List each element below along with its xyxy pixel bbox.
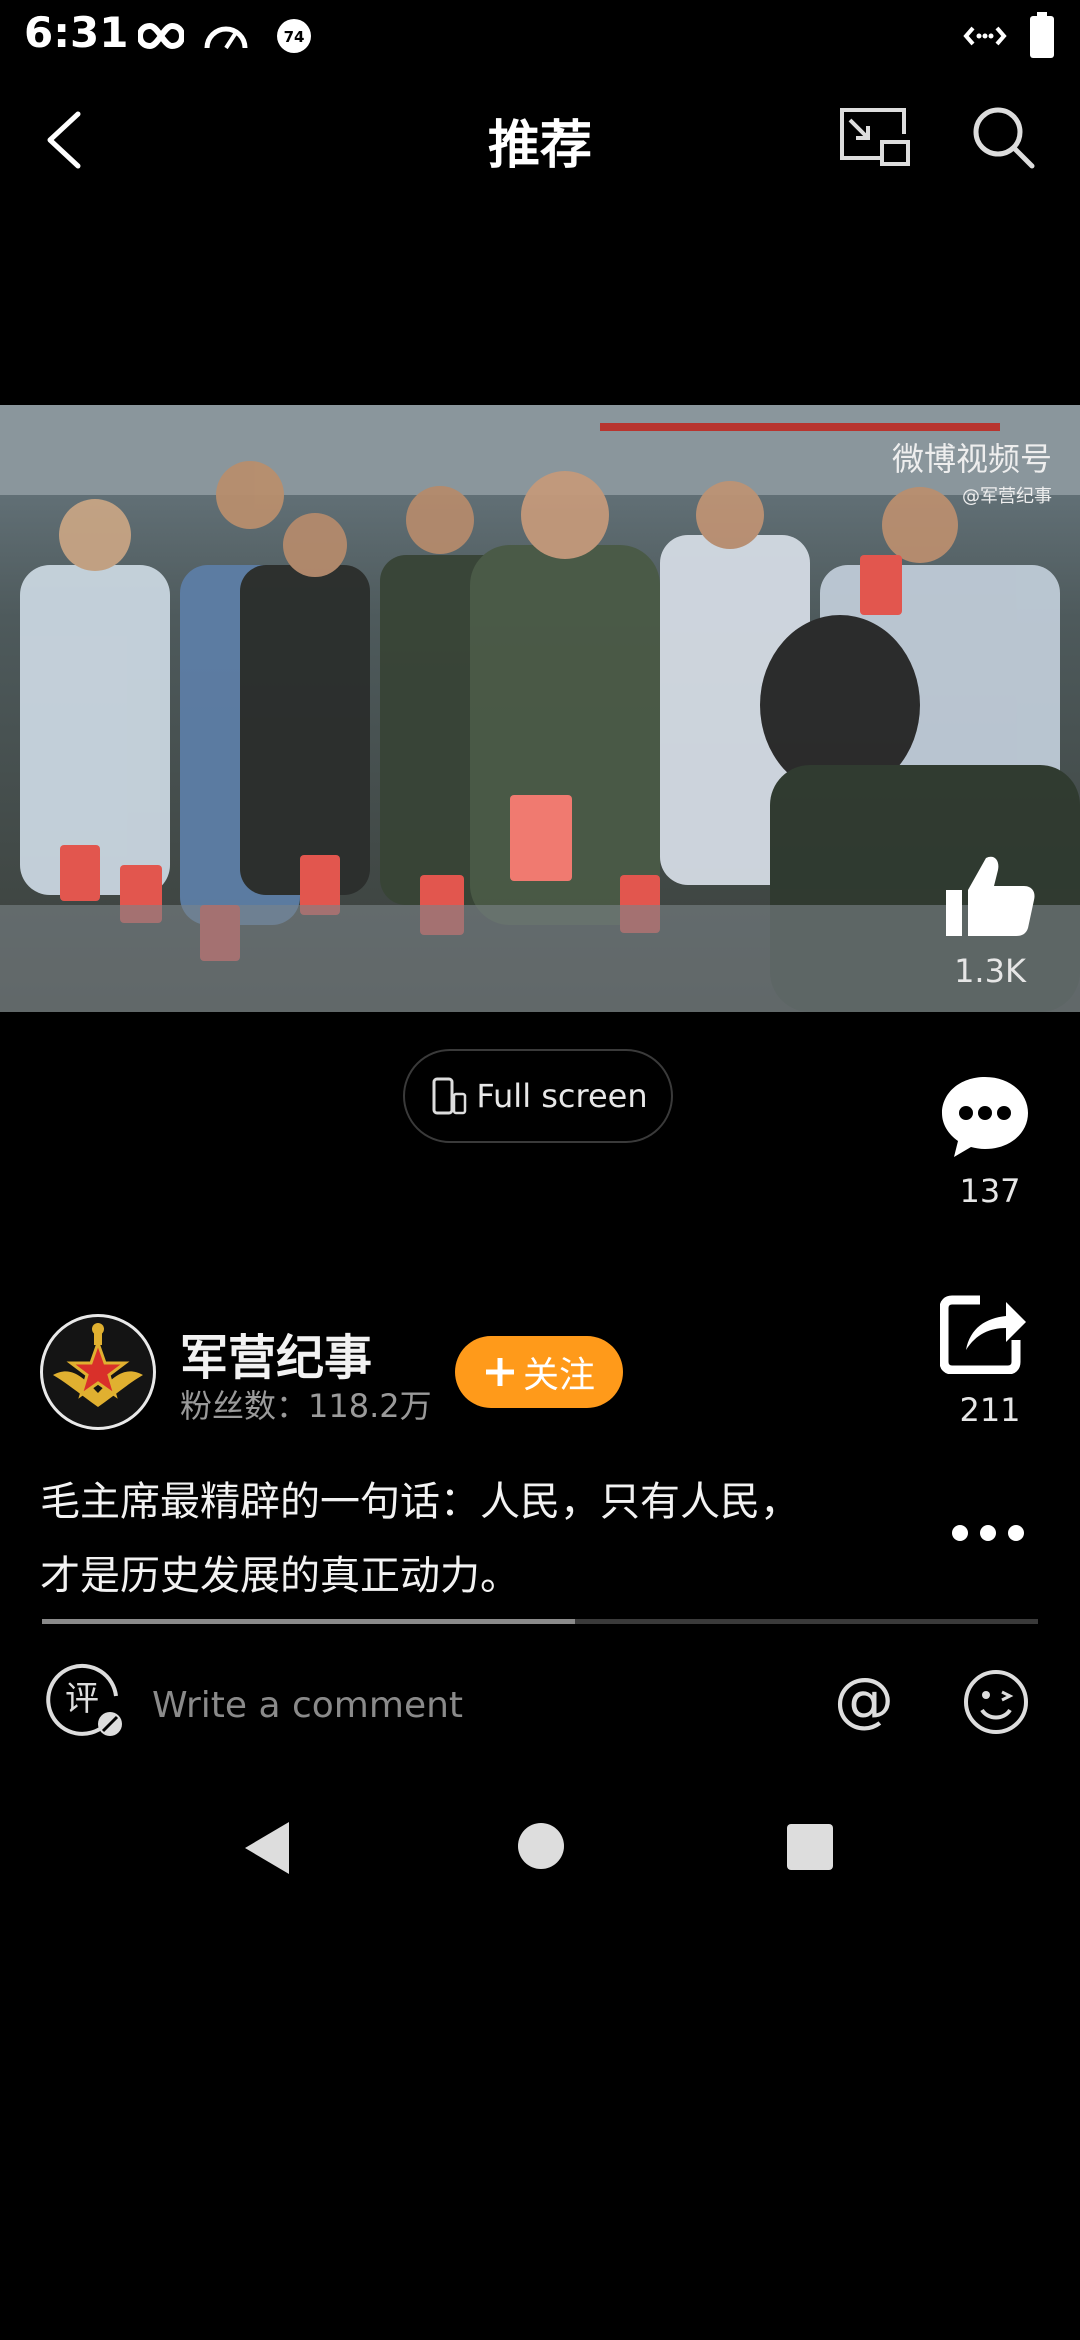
emoji-icon[interactable] [962, 1668, 1030, 1736]
status-bar: 6:31 74 [0, 0, 1080, 72]
search-icon[interactable] [970, 104, 1036, 170]
comment-input[interactable] [150, 1676, 794, 1734]
data-transfer-icon [963, 26, 1007, 46]
watermark-account: @军营纪事 [962, 486, 1052, 507]
video-description: 毛主席最精辟的一句话：人民，只有人民， 才是历史发展的真正动力。 [40, 1465, 900, 1613]
nav-home-icon[interactable] [518, 1823, 564, 1869]
more-dots-icon[interactable] [948, 1518, 1028, 1548]
nav-back-icon[interactable] [243, 1820, 291, 1876]
follow-button[interactable]: 关注 [455, 1336, 623, 1408]
comment-count: 137 [959, 1172, 1021, 1210]
avatar[interactable] [40, 1314, 156, 1430]
battery-icon [1030, 12, 1054, 58]
svg-text:@: @ [834, 1668, 894, 1732]
plus-icon [485, 1358, 514, 1386]
fullscreen-label: Full screen [476, 1077, 648, 1115]
watermark-brand: 微博视频号 [891, 440, 1052, 478]
fullscreen-button[interactable]: Full screen [403, 1049, 673, 1143]
speedometer-icon [204, 26, 248, 50]
pip-icon[interactable] [838, 106, 912, 168]
nav-recent-icon[interactable] [787, 1824, 833, 1870]
page-title: 推荐 [487, 116, 592, 176]
progress-fill [42, 1619, 575, 1624]
like-count: 1.3K [954, 952, 1026, 990]
status-time: 6:31 [24, 8, 129, 57]
comment-bubble-icon[interactable] [940, 1073, 1030, 1159]
video-watermark: 微博视频号 @军营纪事 [892, 434, 1052, 508]
share-icon[interactable] [940, 1294, 1028, 1374]
military-emblem-icon [46, 1320, 150, 1424]
share-count: 211 [959, 1391, 1021, 1429]
fan-count: 粉丝数：118.2万 [180, 1387, 432, 1425]
thumbs-up-icon[interactable] [940, 852, 1036, 938]
review-icon[interactable]: 评 [46, 1662, 126, 1740]
author-name[interactable]: 军营纪事 [180, 1318, 372, 1388]
rotate-phone-icon [432, 1077, 467, 1115]
follow-label: 关注 [522, 1355, 595, 1396]
infinity-icon [138, 22, 184, 50]
at-icon[interactable]: @ [832, 1668, 896, 1732]
notification-badge-icon: 74 [277, 19, 311, 53]
svg-text:评: 评 [65, 1679, 99, 1719]
svg-text:74: 74 [284, 28, 305, 46]
description-line-2: 才是历史发展的真正动力。 [40, 1553, 520, 1599]
description-line-1: 毛主席最精辟的一句话：人民，只有人民， [40, 1479, 800, 1525]
